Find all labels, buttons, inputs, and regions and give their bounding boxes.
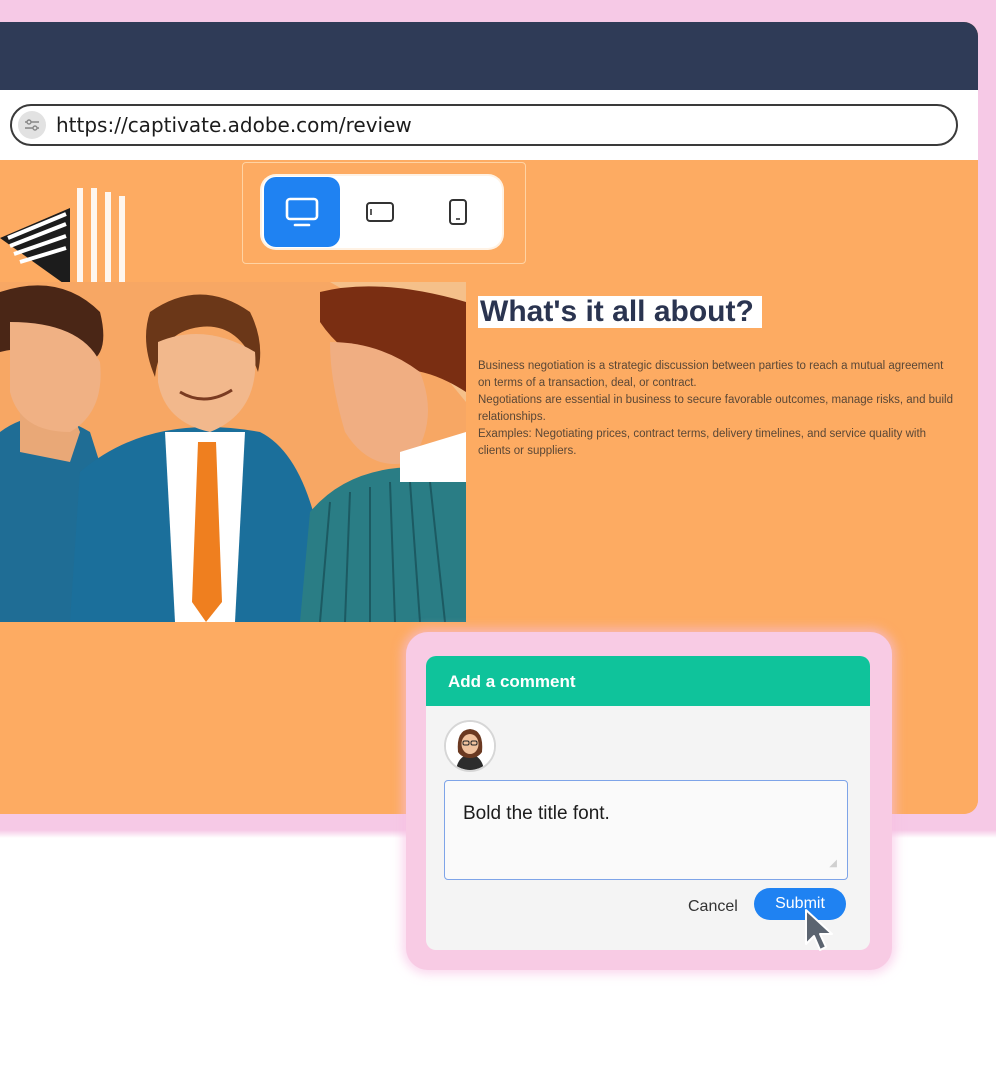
browser-titlebar (0, 22, 978, 90)
address-bar-area: https://captivate.adobe.com/review (0, 90, 978, 160)
comment-input-text[interactable]: Bold the title font. (463, 803, 610, 825)
tablet-view-button[interactable] (342, 177, 418, 247)
address-bar[interactable]: https://captivate.adobe.com/review (10, 104, 958, 146)
avatar (444, 720, 496, 772)
comment-dialog-title: Add a comment (426, 656, 870, 706)
comment-input[interactable]: Bold the title font. ◢ (444, 780, 848, 880)
businessmen-illustration (0, 282, 466, 622)
site-settings-icon[interactable] (18, 111, 46, 139)
body-paragraph: Examples: Negotiating prices, contract t… (478, 428, 927, 457)
hand-cursor-icon (805, 909, 833, 951)
mobile-view-button[interactable] (420, 177, 496, 247)
desktop-icon (285, 197, 319, 227)
body-paragraph: Negotiations are essential in business t… (478, 394, 953, 423)
body-paragraph: Business negotiation is a strategic disc… (478, 360, 944, 389)
url-text[interactable]: https://captivate.adobe.com/review (56, 113, 412, 137)
desktop-view-button[interactable] (264, 177, 340, 247)
slide-title: What's it all about? (478, 296, 762, 328)
device-toggle (262, 176, 502, 248)
cancel-button[interactable]: Cancel (684, 892, 742, 922)
resize-handle-icon[interactable]: ◢ (829, 858, 837, 869)
slide-body-text: Business negotiation is a strategic disc… (478, 358, 958, 460)
mobile-icon (449, 199, 467, 225)
tablet-icon (366, 202, 394, 222)
